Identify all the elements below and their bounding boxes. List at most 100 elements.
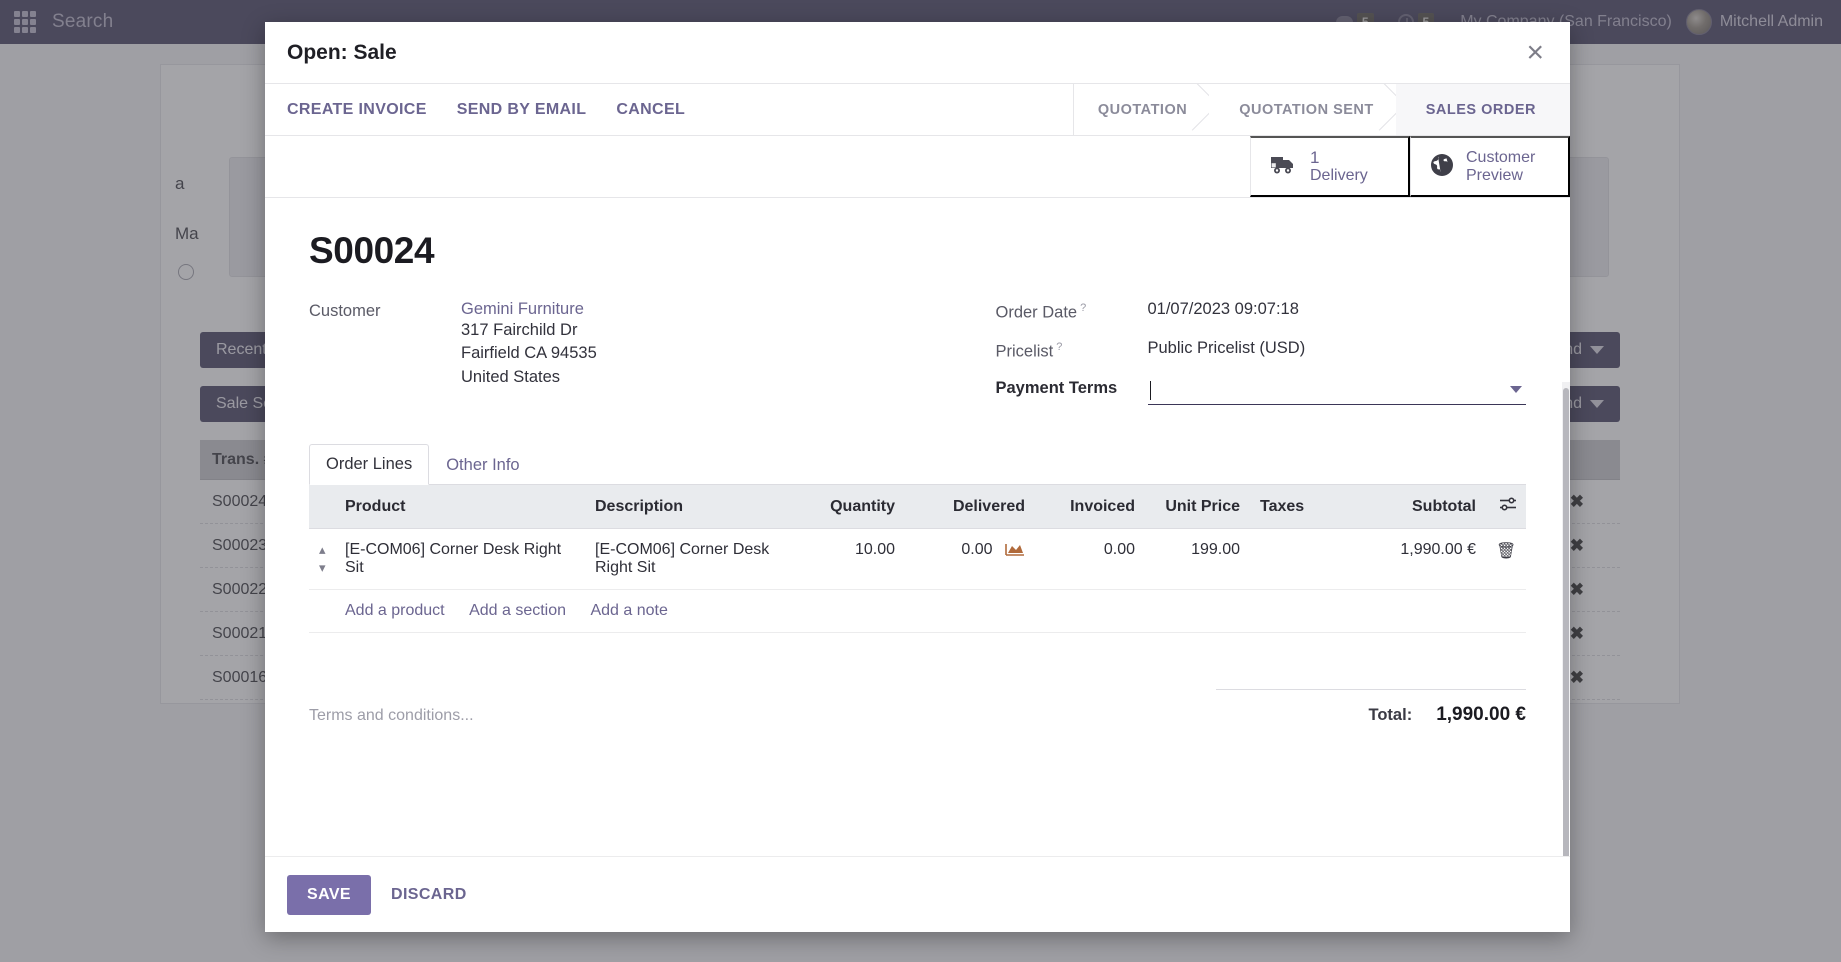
order-date-label: Order Date? [996,300,1148,323]
column-header-unit-price[interactable]: Unit Price [1145,485,1250,529]
order-lines-table: Product Description Quantity Delivered I… [309,485,1526,633]
close-icon[interactable]: × [1520,37,1550,68]
discard-button[interactable]: DISCARD [385,885,473,905]
customer-name-link[interactable]: Gemini Furniture [461,300,597,319]
add-a-product-button[interactable]: Add a product [345,602,445,620]
delivery-stat-text: 1 Delivery [1310,148,1368,185]
notebook: Order Lines Other Info Product Descripti… [309,443,1526,633]
status-step-quotation[interactable]: QUOTATION [1073,84,1210,135]
customer-preview-line1: Customer [1466,148,1536,166]
add-a-note-button[interactable]: Add a note [590,602,667,620]
cell-product[interactable]: [E-COM06] Corner Desk Right Sit [335,528,585,590]
save-button[interactable]: SAVE [287,874,371,915]
totals-block: Total: 1,990.00 € [1216,689,1526,726]
add-line-row: Add a product Add a section Add a note [309,589,1526,633]
total-row: Total: 1,990.00 € [1216,704,1527,726]
column-header-handle [309,485,335,529]
total-value: 1,990.00 € [1436,704,1526,725]
payment-terms-label: Payment Terms [995,379,1118,397]
app-root: Search 5 5 My Company (San Francisco) Mi… [0,0,1841,962]
help-icon[interactable]: ? [1056,341,1062,353]
help-icon[interactable]: ? [1080,302,1086,314]
tab-order-lines[interactable]: Order Lines [309,444,430,485]
tab-other-info[interactable]: Other Info [429,444,536,485]
globe-icon [1429,152,1455,181]
column-header-quantity[interactable]: Quantity [800,485,905,529]
pricelist-field: Pricelist? Public Pricelist (USD) [996,339,1527,362]
column-header-description[interactable]: Description [585,485,800,529]
form-column-left: Customer Gemini Furniture 317 Fairchild … [309,300,918,421]
open-sale-dialog: Open: Sale × CREATE INVOICE SEND BY EMAI… [265,22,1570,932]
customer-values: Gemini Furniture 317 Fairchild Dr Fairfi… [461,300,597,389]
chevron-down-icon[interactable] [1510,386,1522,393]
order-date-value[interactable]: 01/07/2023 09:07:18 [1148,300,1299,323]
cell-taxes[interactable] [1250,528,1320,590]
add-a-section-button[interactable]: Add a section [469,602,566,620]
cell-delivered[interactable]: 0.00 [905,528,1035,590]
form-column-right: Order Date? 01/07/2023 09:07:18 Pricelis… [918,300,1527,421]
column-header-product[interactable]: Product [335,485,585,529]
trash-icon[interactable]: 🗑 [1496,543,1516,560]
customer-address-line-2: Fairfield CA 94535 [461,344,597,363]
dialog-footer: SAVE DISCARD [265,856,1570,932]
row-drag-handle[interactable]: ▴ ▾ [309,528,335,590]
status-pipeline: QUOTATION QUOTATION SENT SALES ORDER [1073,84,1570,135]
pipeline-arrow-icon [1375,84,1397,135]
delivery-count: 1 [1310,148,1320,168]
page-title: S00024 [309,230,435,271]
drag-handle-icon[interactable]: ▴ ▾ [319,542,326,575]
lines-header-row: Product Description Quantity Delivered I… [309,485,1526,529]
total-label: Total: [1368,706,1413,724]
status-step-label: SALES ORDER [1425,101,1536,118]
form-sheet: S00024 Customer Gemini Furniture 317 Fai… [265,198,1570,856]
cell-invoiced[interactable]: 0.00 [1035,528,1145,590]
order-date-field: Order Date? 01/07/2023 09:07:18 [996,300,1527,323]
table-row[interactable]: ▴ ▾ [E-COM06] Corner Desk Right Sit [E-CO… [309,528,1526,590]
tab-list: Order Lines Other Info [309,443,1526,485]
cell-description[interactable]: [E-COM06] Corner Desk Right Sit [585,528,800,590]
sheet-footer: Terms and conditions... Total: 1,990.00 … [309,689,1526,726]
status-step-quotation-sent[interactable]: QUOTATION SENT [1209,84,1396,135]
delivery-stat-button[interactable]: 1 Delivery [1250,136,1410,197]
send-by-email-button[interactable]: SEND BY EMAIL [457,101,587,119]
customer-preview-stat-button[interactable]: Customer Preview [1410,136,1570,197]
pricelist-label-text: Pricelist [995,342,1054,360]
status-step-sales-order[interactable]: SALES ORDER [1395,84,1570,135]
area-chart-icon[interactable] [1005,541,1025,561]
column-options-icon[interactable] [1486,485,1526,529]
truck-icon [1269,154,1299,179]
customer-address-line-1: 317 Fairchild Dr [461,321,578,339]
row-delete-button[interactable]: 🗑 [1486,528,1526,590]
statusbar-row: CREATE INVOICE SEND BY EMAIL CANCEL QUOT… [265,84,1570,136]
dialog-header: Open: Sale × [265,22,1570,84]
customer-address-line-3: United States [461,367,561,386]
payment-terms-field: Payment Terms [995,377,1526,405]
column-header-taxes[interactable]: Taxes [1250,485,1320,529]
cell-subtotal: 1,990.00 € [1320,528,1486,590]
column-header-delivered[interactable]: Delivered [905,485,1035,529]
terms-and-conditions-input[interactable]: Terms and conditions... [309,689,1216,726]
cell-delivered-value: 0.00 [961,541,993,558]
cell-quantity[interactable]: 10.00 [800,528,905,590]
dialog-title: Open: Sale [287,40,397,64]
payment-terms-input[interactable] [1147,377,1526,405]
stat-button-row: 1 Delivery Customer Preview [265,136,1570,198]
order-date-label-text: Order Date [995,303,1078,322]
form-grid: Customer Gemini Furniture 317 Fairchild … [309,300,1526,421]
column-header-invoiced[interactable]: Invoiced [1035,485,1145,529]
customer-preview-line2: Preview [1466,166,1523,184]
cancel-button[interactable]: CANCEL [616,101,685,119]
cell-unit-price[interactable]: 199.00 [1145,528,1250,590]
customer-field: Customer Gemini Furniture 317 Fairchild … [309,300,918,389]
create-invoice-button[interactable]: CREATE INVOICE [287,101,427,119]
pricelist-value[interactable]: Public Pricelist (USD) [1148,339,1306,362]
delivery-label: Delivery [1310,167,1368,185]
action-button-group: CREATE INVOICE SEND BY EMAIL CANCEL [265,84,1074,135]
customer-preview-text: Customer Preview [1466,149,1535,185]
pipeline-arrow-icon [1188,84,1210,135]
pricelist-label: Pricelist? [996,339,1148,362]
customer-label: Customer [309,302,381,320]
column-header-subtotal[interactable]: Subtotal [1320,485,1486,529]
status-step-label: QUOTATION [1097,101,1188,118]
dialog-scrollbar-thumb[interactable] [1563,388,1569,856]
